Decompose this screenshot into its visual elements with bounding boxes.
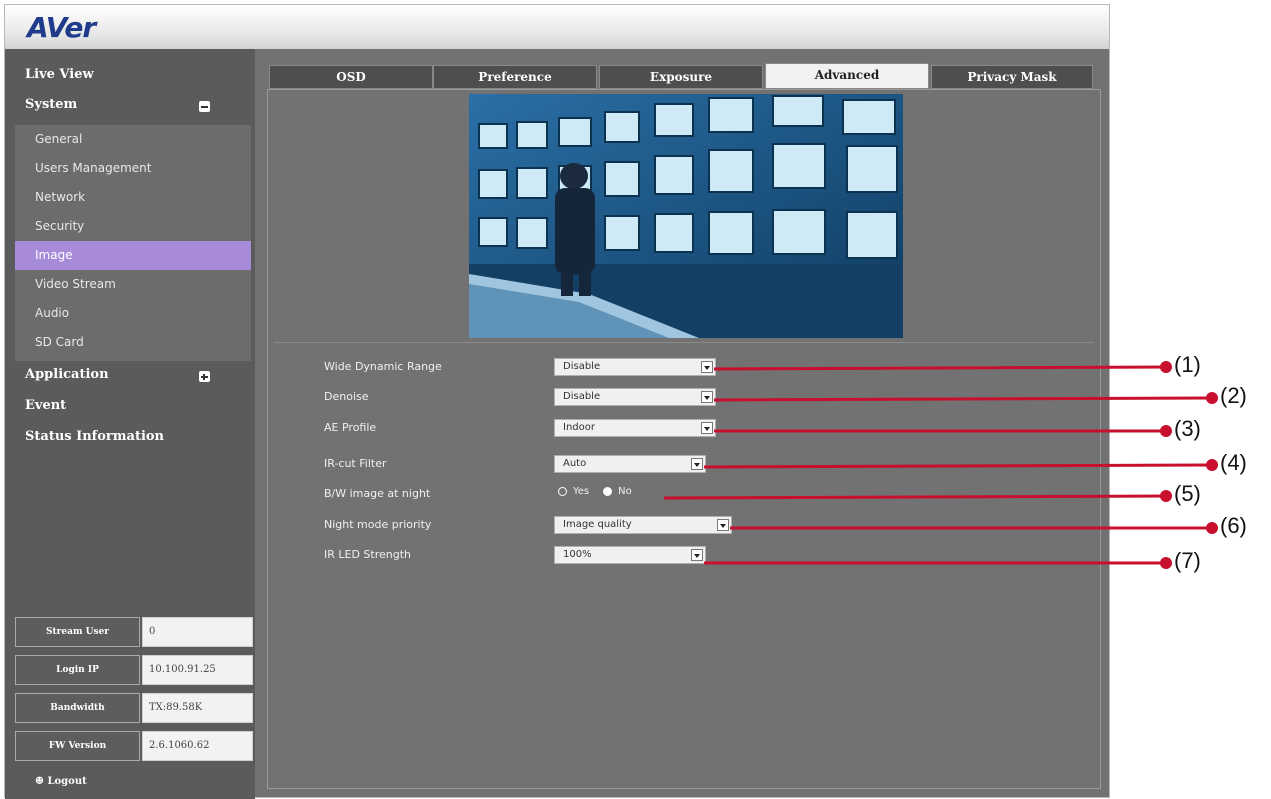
sidebar-item-image[interactable]: Image xyxy=(15,241,251,270)
tab-bar: OSD Preference Exposure Advanced Privacy… xyxy=(265,61,1095,89)
chevron-down-icon[interactable] xyxy=(701,422,713,434)
info-label: Stream User xyxy=(15,617,140,647)
night-priority-label: Night mode priority xyxy=(324,518,432,531)
ae-profile-select[interactable]: Indoor xyxy=(554,419,716,437)
radio-no-label: No xyxy=(618,486,632,497)
radio-yes[interactable] xyxy=(558,486,567,496)
ircut-select[interactable]: Auto xyxy=(554,455,706,473)
tab-preference[interactable]: Preference xyxy=(433,65,597,89)
info-value: 2.6.1060.62 xyxy=(142,731,253,761)
wdr-label: Wide Dynamic Range xyxy=(324,360,442,373)
sidebar-item-general[interactable]: General xyxy=(15,125,251,154)
tab-osd[interactable]: OSD xyxy=(269,65,433,89)
info-value: 10.100.91.25 xyxy=(142,655,253,685)
chevron-down-icon[interactable] xyxy=(691,549,703,561)
bw-night-radio-group: Yes No xyxy=(558,486,632,497)
ae-profile-label: AE Profile xyxy=(324,421,377,434)
denoise-label: Denoise xyxy=(324,390,369,403)
advanced-settings-panel: Wide Dynamic Range Disable Denoise Disab… xyxy=(267,89,1101,789)
sidebar-item-sd-card[interactable]: SD Card xyxy=(15,328,251,357)
radio-no[interactable] xyxy=(603,486,613,496)
tab-privacy-mask[interactable]: Privacy Mask xyxy=(931,65,1093,89)
ir-led-label: IR LED Strength xyxy=(324,548,412,561)
collapse-icon[interactable] xyxy=(199,101,210,112)
bw-night-label: B/W image at night xyxy=(324,487,431,500)
info-row-login-ip: Login IP 10.100.91.25 xyxy=(13,653,253,687)
user-icon: ☻ xyxy=(35,776,44,787)
night-priority-value: Image quality xyxy=(563,519,632,530)
main-content: OSD Preference Exposure Advanced Privacy… xyxy=(265,61,1103,789)
radio-yes-label: Yes xyxy=(573,486,590,497)
header-bar: AVer xyxy=(5,5,1109,49)
nav-live-view[interactable]: Live View xyxy=(25,67,94,82)
wdr-select[interactable]: Disable xyxy=(554,358,716,376)
callout-dot-3 xyxy=(1160,425,1172,437)
callout-dot-1 xyxy=(1160,361,1172,373)
callout-2: (2) xyxy=(1220,383,1247,408)
nav-system[interactable]: System xyxy=(25,97,77,112)
callout-dot-4 xyxy=(1206,459,1218,471)
ircut-value: Auto xyxy=(563,458,587,469)
callout-1: (1) xyxy=(1174,352,1201,377)
app-window: AVer Live View System General Users Mana… xyxy=(4,4,1110,799)
callout-dot-2 xyxy=(1206,392,1218,404)
camera-preview-image xyxy=(469,94,903,338)
ircut-label: IR-cut Filter xyxy=(324,457,387,470)
sidebar-item-audio[interactable]: Audio xyxy=(15,299,251,328)
callout-dot-5 xyxy=(1160,490,1172,502)
callout-6: (6) xyxy=(1220,513,1247,538)
divider xyxy=(274,342,1094,343)
tab-advanced[interactable]: Advanced xyxy=(765,63,929,89)
info-value: TX:89.58K xyxy=(142,693,253,723)
info-label: Bandwidth xyxy=(15,693,140,723)
tab-exposure[interactable]: Exposure xyxy=(599,65,763,89)
callout-dot-7 xyxy=(1160,557,1172,569)
ir-led-select[interactable]: 100% xyxy=(554,546,706,564)
surveillance-room-photo xyxy=(469,94,903,338)
nav-status-information[interactable]: Status Information xyxy=(25,429,164,444)
sidebar: Live View System General Users Managemen… xyxy=(5,49,255,799)
nav-application[interactable]: Application xyxy=(25,367,109,382)
chevron-down-icon[interactable] xyxy=(717,519,729,531)
info-label: FW Version xyxy=(15,731,140,761)
chevron-down-icon[interactable] xyxy=(701,391,713,403)
denoise-select[interactable]: Disable xyxy=(554,388,716,406)
info-label: Login IP xyxy=(15,655,140,685)
ae-profile-value: Indoor xyxy=(563,422,595,433)
aver-logo: AVer xyxy=(27,11,96,44)
system-submenu: General Users Management Network Securit… xyxy=(15,125,251,361)
callout-7: (7) xyxy=(1174,548,1201,573)
denoise-value: Disable xyxy=(563,391,601,402)
sidebar-item-network[interactable]: Network xyxy=(15,183,251,212)
logout-button[interactable]: ☻ Logout xyxy=(35,776,87,787)
logout-label: Logout xyxy=(47,776,87,787)
sidebar-item-video-stream[interactable]: Video Stream xyxy=(15,270,251,299)
expand-icon[interactable] xyxy=(199,371,210,382)
callout-dot-6 xyxy=(1206,522,1218,534)
nav-event[interactable]: Event xyxy=(25,398,66,413)
callout-4: (4) xyxy=(1220,450,1247,475)
info-row-stream-user: Stream User 0 xyxy=(13,615,253,649)
info-value: 0 xyxy=(142,617,253,647)
ir-led-value: 100% xyxy=(563,549,592,560)
night-priority-select[interactable]: Image quality xyxy=(554,516,732,534)
callout-5: (5) xyxy=(1174,481,1201,506)
chevron-down-icon[interactable] xyxy=(691,458,703,470)
wdr-value: Disable xyxy=(563,361,601,372)
info-row-fw-version: FW Version 2.6.1060.62 xyxy=(13,729,253,763)
callout-3: (3) xyxy=(1174,416,1201,441)
sidebar-item-security[interactable]: Security xyxy=(15,212,251,241)
sidebar-item-users-management[interactable]: Users Management xyxy=(15,154,251,183)
chevron-down-icon[interactable] xyxy=(701,361,713,373)
info-row-bandwidth: Bandwidth TX:89.58K xyxy=(13,691,253,725)
